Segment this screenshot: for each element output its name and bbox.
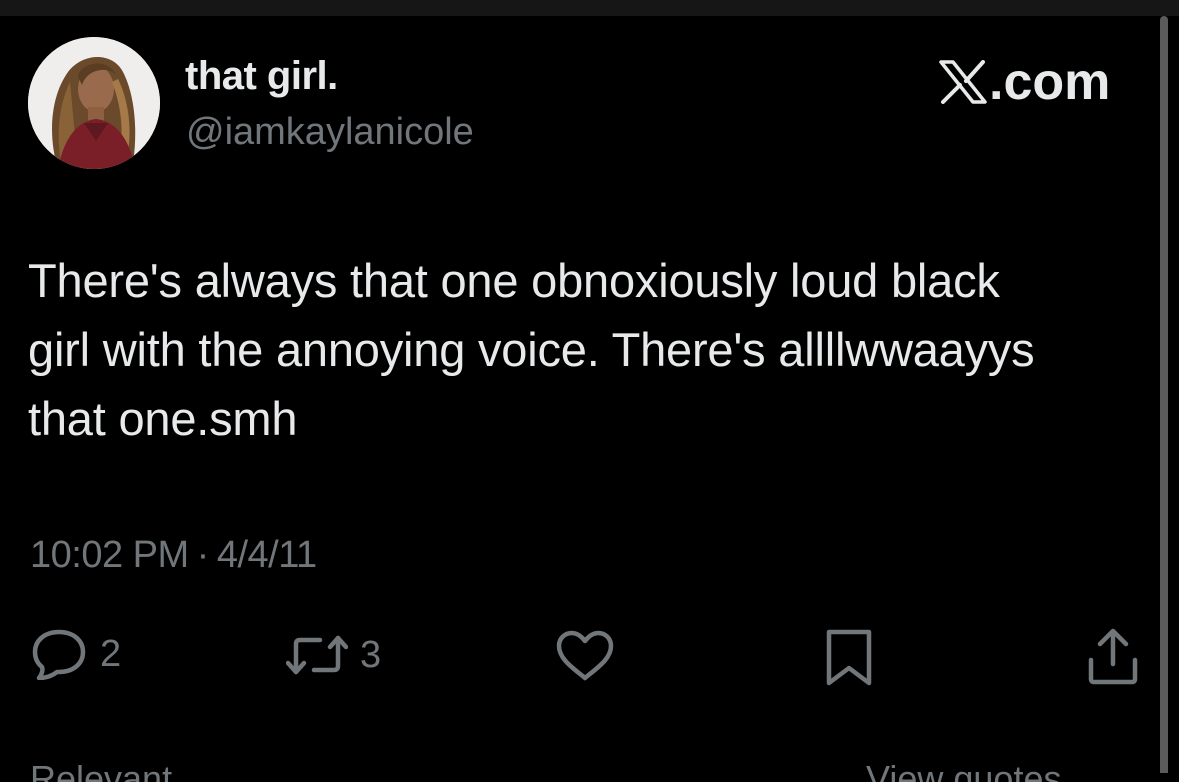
brand-logo: .com	[939, 52, 1110, 112]
tweet-timestamp[interactable]: 10:02 PM · 4/4/11	[30, 534, 317, 577]
bookmark-icon	[826, 629, 872, 686]
scrollbar[interactable]	[1160, 16, 1168, 773]
relevant-sort-button[interactable]: Relevant	[30, 758, 172, 782]
retweet-button[interactable]: 3	[286, 632, 381, 678]
avatar[interactable]	[28, 37, 160, 169]
share-icon	[1088, 628, 1138, 685]
tweet-text-line: There's always that one obnoxiously loud…	[28, 254, 1000, 307]
retweet-count: 3	[360, 633, 382, 676]
top-edge-strip	[0, 0, 1179, 16]
meta-separator: ·	[196, 534, 210, 576]
tweet-text-line: that one.smh	[28, 392, 298, 445]
tweet-time: 10:02 PM	[30, 534, 189, 576]
heart-icon	[556, 630, 614, 681]
display-name[interactable]: that girl.	[185, 54, 338, 99]
retweet-icon	[286, 635, 348, 675]
like-button[interactable]	[555, 630, 615, 682]
tweet-date: 4/4/11	[216, 534, 317, 576]
brand-domain: .com	[989, 53, 1111, 111]
view-quotes-link[interactable]: View quotes	[866, 758, 1061, 782]
tweet-footer: Relevant View quotes	[0, 752, 1179, 782]
user-handle[interactable]: @iamkaylanicole	[186, 111, 474, 154]
bookmark-button[interactable]	[825, 628, 873, 688]
share-button[interactable]	[1085, 626, 1141, 686]
tweet-text-line: girl with the annoying voice. There's al…	[28, 323, 1035, 376]
reply-count: 2	[100, 632, 122, 675]
avatar-photo	[28, 37, 160, 169]
reply-icon	[32, 629, 86, 680]
x-logo-icon	[939, 60, 987, 104]
tweet-text: There's always that one obnoxiously loud…	[28, 246, 1148, 453]
reply-button[interactable]: 2	[30, 628, 121, 680]
